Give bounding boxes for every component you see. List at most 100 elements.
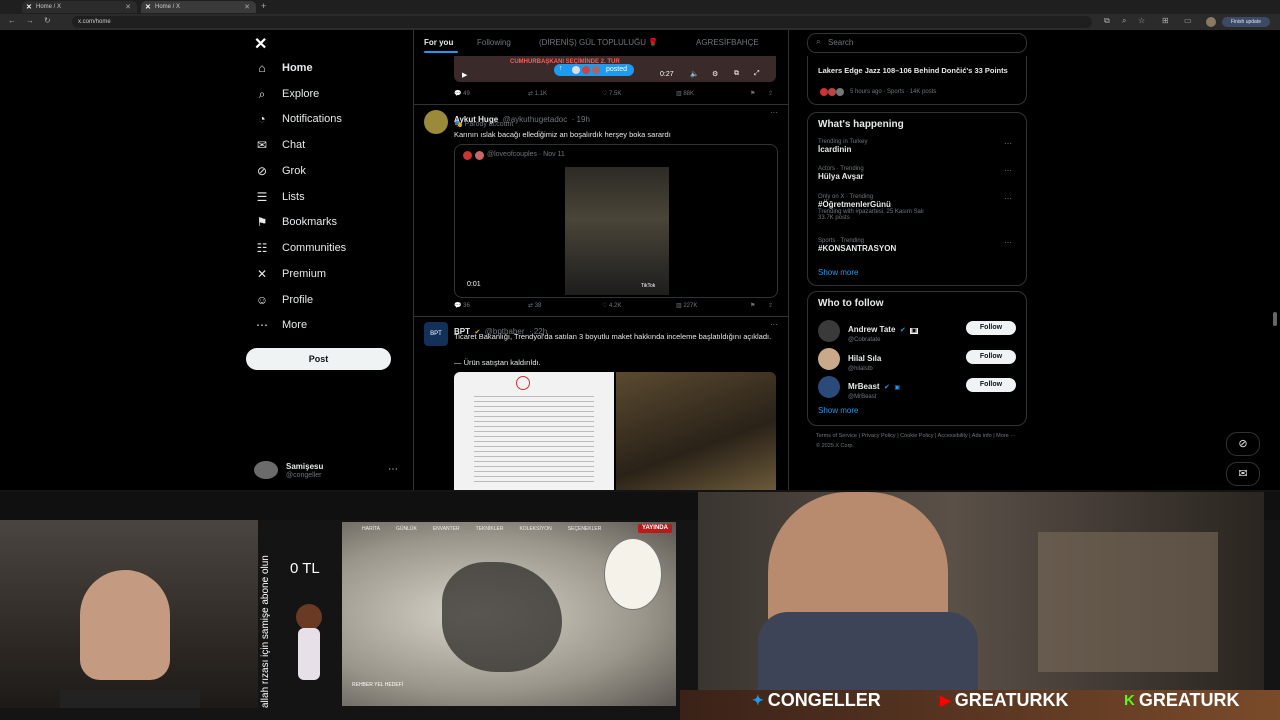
more-icon: ⋯ — [256, 318, 268, 332]
like-count[interactable]: ♡ 7.5K — [602, 90, 621, 97]
sidebar-item-chat[interactable]: ✉ Chat — [254, 134, 305, 156]
browser-tab-active[interactable]: ✕ Home / X ✕ — [141, 1, 256, 13]
repost-count[interactable]: ⇄ 38 — [528, 302, 541, 309]
x-logo-icon: ✕ — [145, 4, 151, 11]
subscribe-vertical-text: allah rızası için samişe abone olun — [260, 555, 271, 708]
sidebar-icon[interactable]: ▭ — [1184, 16, 1192, 25]
avatar — [572, 66, 580, 74]
top-news-card[interactable]: Lakers Edge Jazz 108–106 Behind Dončić's… — [807, 56, 1027, 105]
footer-links[interactable]: Terms of Service | Privacy Policy | Cook… — [816, 431, 1016, 451]
tab-following[interactable]: Following — [477, 38, 511, 47]
view-count[interactable]: ▥ 227K — [676, 302, 697, 309]
close-icon[interactable]: ✕ — [125, 3, 131, 11]
reply-count[interactable]: 💬 49 — [454, 90, 470, 97]
user-info[interactable]: Andrew Tate ✔ ▣ @Cobratate — [848, 319, 918, 343]
sidebar-item-label: Explore — [282, 88, 320, 100]
user-info[interactable]: Hilal Sıla @hilalstb — [848, 348, 881, 372]
new-posts-pill[interactable]: ↑ posted — [554, 64, 634, 76]
avatar[interactable] — [818, 320, 840, 342]
bookmark-icon[interactable]: ⚑ — [750, 90, 755, 97]
sidebar-item-notifications[interactable]: ◔ Notifications — [254, 108, 342, 130]
arrow-up-icon: ↑ — [559, 65, 563, 72]
avatar[interactable] — [254, 461, 278, 479]
x-logo-icon[interactable]: ✕ — [254, 34, 267, 54]
fullscreen-icon[interactable]: ⤢ — [754, 70, 760, 78]
grok-floating-icon[interactable]: ⊘ — [1226, 432, 1260, 456]
view-count[interactable]: ▥ 88K — [676, 90, 694, 97]
post-button[interactable]: Post — [246, 348, 391, 370]
sidebar-item-explore[interactable]: ⌕ Explore — [254, 83, 320, 105]
extension-icon[interactable]: ⧉ — [1104, 16, 1110, 26]
sidebar-item-home[interactable]: ⌂ Home — [254, 57, 312, 79]
profile-avatar[interactable] — [1206, 17, 1216, 27]
more-icon[interactable]: ⋯ — [770, 320, 778, 329]
share-icon[interactable]: ⇪ — [768, 90, 773, 97]
bookmark-icon[interactable]: ⚑ — [750, 302, 755, 309]
trend-item[interactable]: Trending in Turkey İcardinin — [818, 139, 1018, 154]
trend-item[interactable]: Only on X · Trending #ÖğretmenlerGünü Tr… — [818, 194, 1018, 221]
show-more-link[interactable]: Show more — [818, 268, 858, 277]
puzzle-icon[interactable]: ⊞ — [1162, 16, 1169, 25]
more-icon[interactable]: ⋯ — [770, 108, 778, 117]
sidebar-item-grok[interactable]: ⊘ Grok — [254, 160, 306, 182]
sidebar-item-more[interactable]: ⋯ More — [254, 314, 307, 336]
star-icon[interactable]: ☆ — [1138, 16, 1145, 25]
avatar[interactable] — [424, 110, 448, 134]
sidebar-item-bookmarks[interactable]: ⚑ Bookmarks — [254, 211, 337, 233]
sidebar-item-premium[interactable]: ✕ Premium — [254, 263, 326, 285]
browser-tab[interactable]: ✕ Home / X ✕ — [22, 1, 137, 13]
user-info[interactable]: MrBeast ✔ ▣ @MrBeast — [848, 376, 900, 400]
share-icon[interactable]: ⇪ — [768, 302, 773, 309]
finish-update-button[interactable]: Finish update — [1222, 17, 1270, 27]
avatar[interactable] — [818, 348, 840, 370]
map-tab: HARİTA — [362, 526, 380, 532]
avatar[interactable] — [818, 376, 840, 398]
follow-button[interactable]: Follow — [966, 378, 1016, 392]
quote-card[interactable]: @loveofcouples · Nov 11 0:01 TikTok — [454, 144, 778, 298]
play-icon[interactable]: ▶ — [462, 71, 467, 79]
zoom-icon[interactable]: ⌕ — [1122, 16, 1126, 26]
section-title: Who to follow — [818, 298, 884, 309]
trend-item[interactable]: Sports · Trending #KONSANTRASYON — [818, 238, 1018, 253]
more-icon[interactable]: ⋯ — [1004, 194, 1012, 203]
sidebar-item-communities[interactable]: ☷ Communities — [254, 237, 347, 259]
search-box[interactable]: ⌕ Search — [807, 33, 1027, 53]
like-count[interactable]: ♡ 4.2K — [602, 302, 621, 309]
product-image[interactable] — [616, 372, 776, 490]
tab-for-you[interactable]: For you — [424, 38, 453, 47]
parody-badge: 🎭 Parody account — [454, 121, 514, 128]
messages-floating-icon[interactable]: ✉ — [1226, 462, 1260, 486]
more-icon[interactable]: ⋯ — [1004, 139, 1012, 148]
tab-community-gul[interactable]: (DİRENİŞ) GÜL TOPLULUĞU 🌹 — [539, 38, 658, 47]
sidebar-item-lists[interactable]: ☰ Lists — [254, 186, 305, 208]
document-image[interactable] — [454, 372, 614, 490]
more-icon[interactable]: ⋯ — [388, 464, 398, 475]
avatar — [592, 66, 600, 74]
show-more-link[interactable]: Show more — [818, 406, 858, 415]
url-input[interactable]: x.com/home — [72, 16, 1092, 28]
new-tab-button[interactable]: + — [261, 1, 266, 11]
more-icon[interactable]: ⋯ — [1004, 166, 1012, 175]
video-player[interactable]: CUMHURBAŞKANI SEÇİMİNDE 2. TUR ▶ ↑ poste… — [454, 56, 776, 82]
more-icon[interactable]: ⋯ — [1004, 238, 1012, 247]
video-thumbnail[interactable] — [565, 167, 669, 295]
repost-count[interactable]: ⇄ 1.1K — [528, 90, 547, 97]
sidebar-item-profile[interactable]: ☺ Profile — [254, 289, 313, 311]
back-icon[interactable]: ← — [8, 16, 16, 25]
avatar[interactable]: BPT — [424, 322, 448, 346]
follow-button[interactable]: Follow — [966, 321, 1016, 335]
home-icon: ⌂ — [258, 61, 266, 75]
volume-icon[interactable]: 🔈 — [690, 70, 699, 78]
tweet-time[interactable]: · 19h — [572, 115, 590, 124]
settings-icon[interactable]: ⚙ — [712, 70, 718, 78]
trend-item[interactable]: Actors · Trending Hülya Avşar — [818, 166, 1018, 181]
search-input[interactable]: Search — [828, 38, 853, 47]
forward-icon[interactable]: → — [26, 16, 34, 25]
tab-community-agresif[interactable]: AGRESİFBAHÇE — [696, 38, 759, 47]
reply-count[interactable]: 💬 36 — [454, 302, 470, 309]
follow-button[interactable]: Follow — [966, 350, 1016, 364]
reload-icon[interactable]: ↻ — [44, 16, 51, 25]
pip-icon[interactable]: ⧉ — [734, 70, 739, 78]
page-scrollbar[interactable] — [1273, 312, 1277, 326]
close-icon[interactable]: ✕ — [244, 3, 250, 11]
